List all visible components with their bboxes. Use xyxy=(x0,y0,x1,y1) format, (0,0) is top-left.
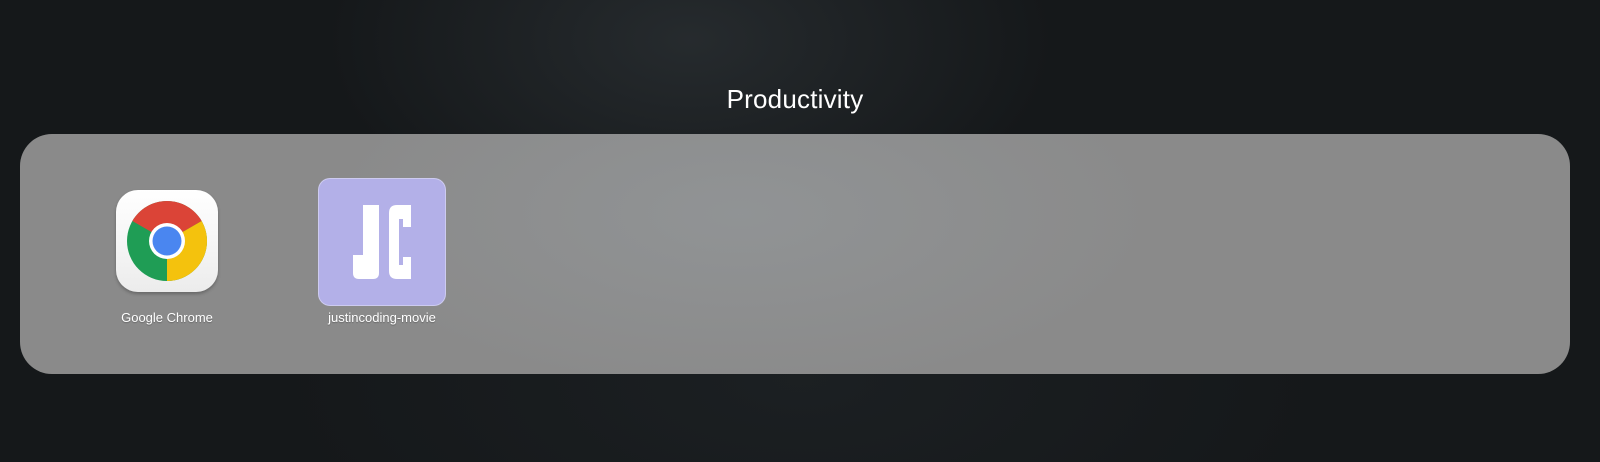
launchpad-folder-panel: Google Chrome justincoding-movie xyxy=(20,134,1570,374)
app-google-chrome[interactable]: Google Chrome xyxy=(92,134,242,374)
app-label: Google Chrome xyxy=(121,310,213,325)
app-label: justincoding-movie xyxy=(328,310,436,325)
jc-logo-icon[interactable] xyxy=(318,178,446,306)
chrome-icon[interactable] xyxy=(116,190,218,292)
app-justincoding-movie[interactable]: justincoding-movie xyxy=(307,134,457,374)
folder-title[interactable]: Productivity xyxy=(0,84,1590,115)
